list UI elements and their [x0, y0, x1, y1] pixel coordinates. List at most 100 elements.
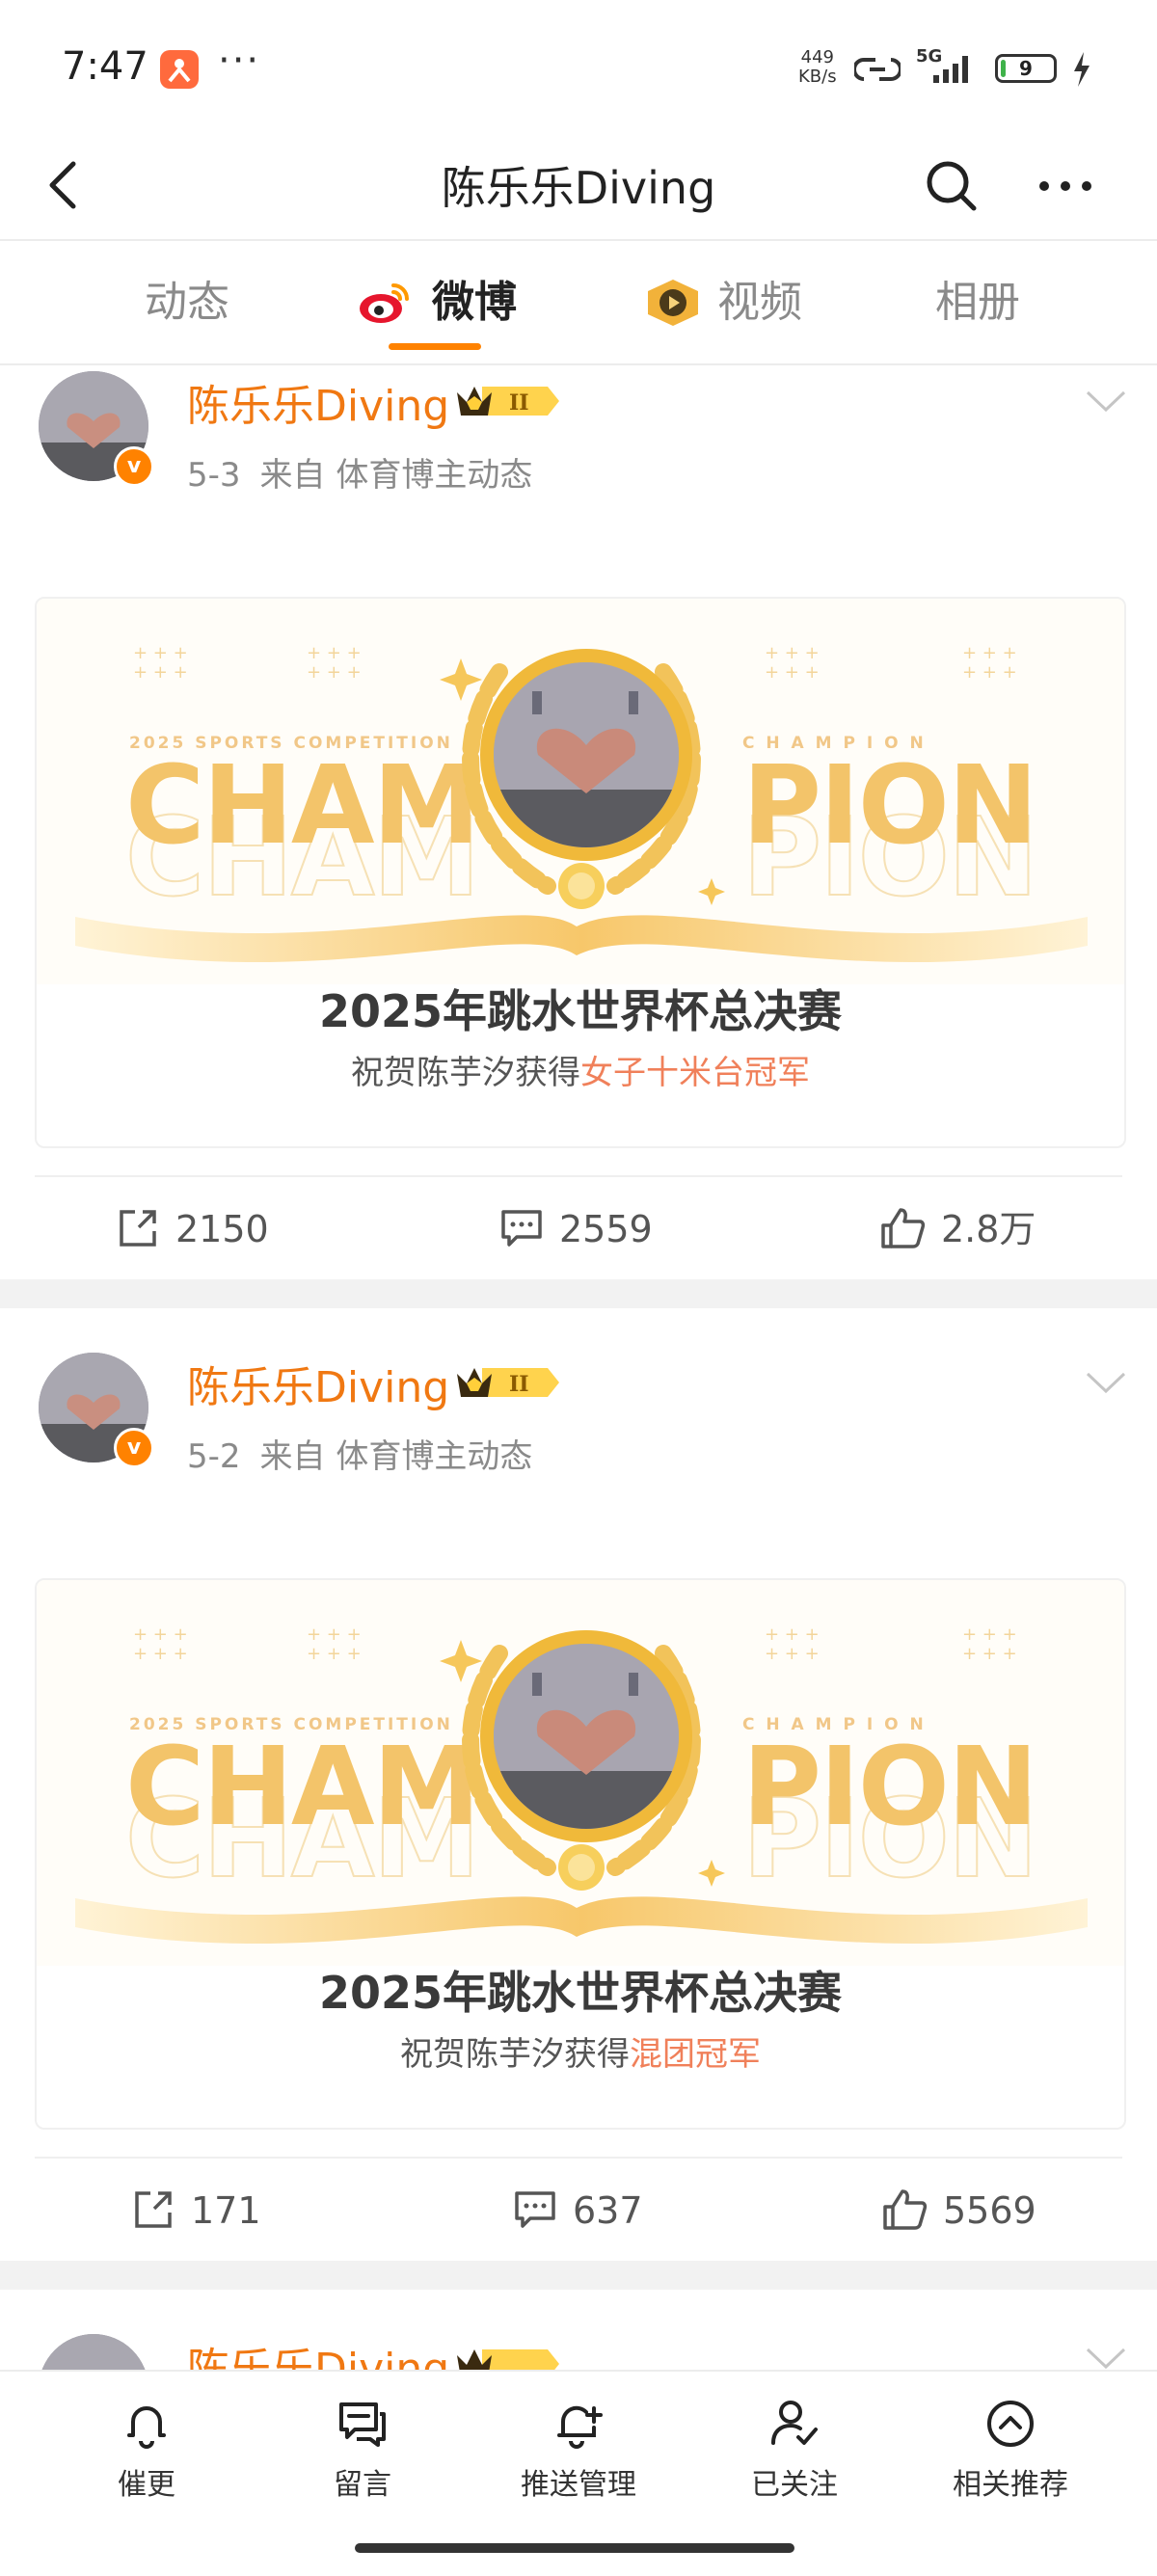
chevron-up-circle-icon — [987, 2401, 1034, 2447]
network-speed-value: 449 — [800, 47, 834, 67]
vip-crown-badge-icon — [457, 2349, 559, 2370]
card-subtitle-prefix: 祝贺陈芋汐获得 — [400, 2035, 630, 2074]
svg-text:+ + +: + + + — [133, 1624, 188, 1645]
card-subtitle-highlight: 混团冠军 — [630, 2035, 761, 2074]
weibo-post[interactable]: v 陈乐乐Diving II 5-3 来自 体育博主动态 + + + + + + +… — [0, 365, 1157, 1279]
post-source: 来自 体育博主动态 — [259, 1437, 533, 1476]
home-indicator[interactable] — [355, 2543, 794, 2553]
svg-text:+ + +: + + + — [765, 662, 820, 683]
avatar[interactable] — [39, 2334, 148, 2370]
like-button[interactable]: 5569 — [881, 2182, 1036, 2240]
search-icon[interactable] — [918, 152, 985, 220]
card-subtitle-highlight: 女子十米台冠军 — [580, 1054, 810, 1092]
champion-card[interactable]: + + + + + + + + + + + + + + + + + + + + + + … — [35, 1578, 1126, 2130]
svg-text:+ + +: + + + — [133, 643, 188, 663]
verified-badge-icon: v — [114, 1428, 154, 1468]
weibo-post[interactable]: v 陈乐乐Diving II 5-2 来自 体育博主动态 + + + + + + +… — [0, 1308, 1157, 2261]
push-settings-label: 推送管理 — [521, 2468, 636, 2502]
card-word-left: CHAM — [125, 743, 480, 869]
tab-album[interactable]: 相册 — [935, 241, 1020, 364]
active-tab-indicator — [389, 343, 481, 350]
tab-dongtai[interactable]: 动态 — [145, 241, 229, 364]
remind-update-button[interactable]: 催更 — [60, 2397, 233, 2503]
more-horizontal-icon[interactable] — [1032, 152, 1099, 220]
post-date: 5-3 — [187, 456, 241, 495]
comment-icon — [501, 1209, 542, 1247]
leave-message-button[interactable]: 留言 — [276, 2397, 449, 2503]
battery-icon: 9 — [995, 54, 1057, 83]
svg-text:+ + +: + + + — [307, 662, 362, 683]
svg-text:+ + +: + + + — [307, 1644, 362, 1664]
following-button[interactable]: 已关注 — [708, 2397, 881, 2503]
remind-update-label: 催更 — [118, 2468, 175, 2502]
action-divider — [35, 2157, 1122, 2159]
bell-icon — [127, 2406, 166, 2449]
signal-strength-icon — [933, 56, 968, 83]
status-bar: 7:47 ··· 449 KB/s 5G 9 — [0, 0, 1157, 135]
svg-text:+ + +: + + + — [133, 662, 188, 683]
chevron-down-icon[interactable] — [1084, 387, 1128, 416]
top-nav-bar: 陈乐乐Diving — [0, 135, 1157, 241]
bell-plus-icon — [557, 2405, 603, 2449]
chevron-down-icon[interactable] — [1084, 1368, 1128, 1397]
like-count: 5569 — [943, 2189, 1036, 2232]
svg-text:+ + +: + + + — [962, 662, 1017, 683]
push-settings-button[interactable]: 推送管理 — [492, 2397, 665, 2503]
repost-button[interactable]: 171 — [131, 2182, 261, 2240]
comment-button[interactable]: 637 — [513, 2182, 643, 2240]
card-title: 2025年跳水世界杯总决赛 — [318, 1967, 843, 2019]
post-separator — [0, 1279, 1157, 1308]
post-source: 来自 体育博主动态 — [259, 456, 533, 495]
post-separator — [0, 2261, 1157, 2290]
svg-text:+ + +: + + + — [765, 1644, 820, 1664]
thumbs-up-icon — [881, 1207, 926, 1248]
post-date: 5-2 — [187, 1437, 241, 1476]
app-notification-icon — [160, 50, 199, 89]
vip-crown-badge-icon: II — [457, 387, 559, 416]
post-author[interactable]: 陈乐乐Diving — [187, 2334, 449, 2370]
thumbs-up-icon — [883, 2188, 928, 2230]
svg-text:+ + +: + + + — [765, 1624, 820, 1645]
medal-photo — [494, 662, 679, 847]
profile-tabs: 动态 微博 视频 相册 — [0, 241, 1157, 364]
svg-text:+ + +: + + + — [765, 643, 820, 663]
chevron-down-icon[interactable] — [1084, 2344, 1128, 2370]
post-author[interactable]: 陈乐乐Diving — [187, 371, 449, 433]
weibo-logo-icon — [360, 283, 409, 323]
champion-medal — [480, 649, 692, 861]
svg-text:+ + +: + + + — [307, 643, 362, 663]
repost-button[interactable]: 2150 — [116, 1200, 269, 1258]
champion-card[interactable]: + + + + + + + + + + + + + + + + + + + + + + … — [35, 597, 1126, 1148]
svg-text:+ + +: + + + — [962, 643, 1017, 663]
avatar-image — [39, 2334, 148, 2370]
svg-text:+ + +: + + + — [133, 1644, 188, 1664]
tab-video[interactable]: 视频 — [717, 241, 802, 364]
action-divider — [35, 1175, 1122, 1177]
comment-count: 2559 — [559, 1208, 653, 1250]
like-count: 2.8万 — [941, 1208, 1036, 1250]
hotspot-link-icon — [854, 58, 901, 81]
comment-button[interactable]: 2559 — [499, 1200, 653, 1258]
svg-text:II: II — [509, 390, 529, 416]
status-more-dots: ··· — [218, 39, 261, 83]
like-button[interactable]: 2.8万 — [879, 1200, 1036, 1258]
verified-badge-icon: v — [114, 446, 154, 487]
weibo-post[interactable]: 陈乐乐Diving — [0, 2290, 1157, 2370]
repost-icon — [120, 1209, 156, 1247]
comment-icon — [515, 2190, 555, 2228]
svg-text:+ + +: + + + — [307, 1624, 362, 1645]
related-recommend-label: 相关推荐 — [953, 2468, 1068, 2502]
card-word-right: PION — [742, 1725, 1038, 1850]
champion-medal — [480, 1630, 692, 1842]
user-check-icon — [771, 2401, 818, 2445]
status-time: 7:47 — [62, 44, 148, 89]
medal-photo — [494, 1644, 679, 1829]
comment-count: 637 — [573, 2189, 643, 2232]
svg-text:+ + +: + + + — [962, 1624, 1017, 1645]
card-subtitle: 祝贺陈芋汐获得混团冠军 — [37, 2027, 1124, 2075]
related-recommend-button[interactable]: 相关推荐 — [924, 2397, 1097, 2503]
network-speed-unit: KB/s — [798, 67, 837, 87]
message-icon — [339, 2402, 386, 2447]
video-badge-icon — [648, 280, 698, 326]
post-author[interactable]: 陈乐乐Diving — [187, 1353, 449, 1414]
